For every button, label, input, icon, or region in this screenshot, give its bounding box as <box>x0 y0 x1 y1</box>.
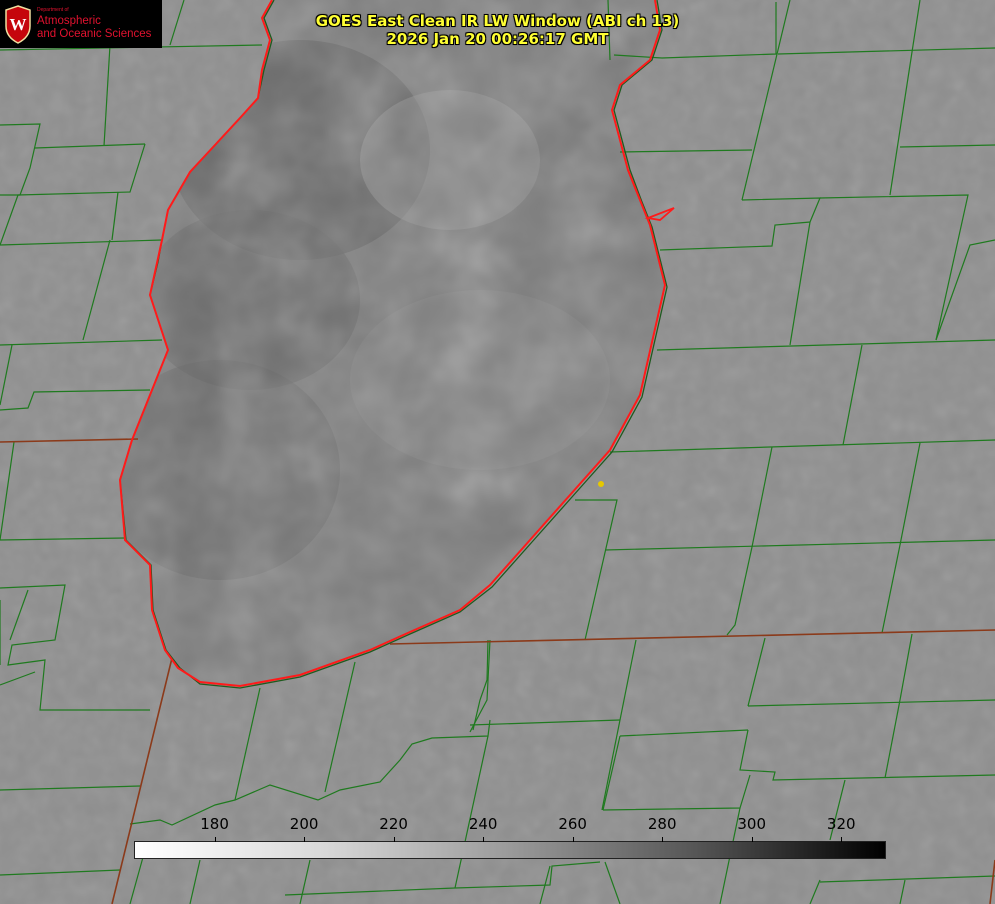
colorbar-tick-mark <box>751 837 753 842</box>
colorbar-tick-label: 200 <box>289 815 319 833</box>
colorbar-tick-mark <box>214 837 216 842</box>
colorbar-tick-mark <box>841 837 843 842</box>
map-title: GOES East Clean IR LW Window (ABI ch 13) <box>315 12 680 30</box>
colorbar-tick-label: 240 <box>468 815 498 833</box>
map-timestamp: 2026 Jan 20 00:26:17 GMT <box>386 30 609 48</box>
colorbar-tick-label: 260 <box>558 815 587 833</box>
colorbar-tick-mark <box>662 837 664 842</box>
colorbar-tick-label: 280 <box>647 815 677 833</box>
colorbar-tick-mark <box>304 837 306 842</box>
colorbar-tick-mark <box>393 837 395 842</box>
colorbar-tick-label: 300 <box>737 815 767 833</box>
map-canvas <box>0 0 995 904</box>
colorbar-tick-label: 320 <box>826 815 856 833</box>
colorbar <box>134 841 886 859</box>
satellite-map: W Department of Atmospheric and Oceanic … <box>0 0 995 904</box>
colorbar-tick-label: 220 <box>379 815 408 833</box>
colorbar-tick-label: 180 <box>200 815 229 833</box>
colorbar-tick-mark <box>572 837 574 842</box>
station-marker <box>598 481 604 487</box>
colorbar-tick-mark <box>483 837 485 842</box>
